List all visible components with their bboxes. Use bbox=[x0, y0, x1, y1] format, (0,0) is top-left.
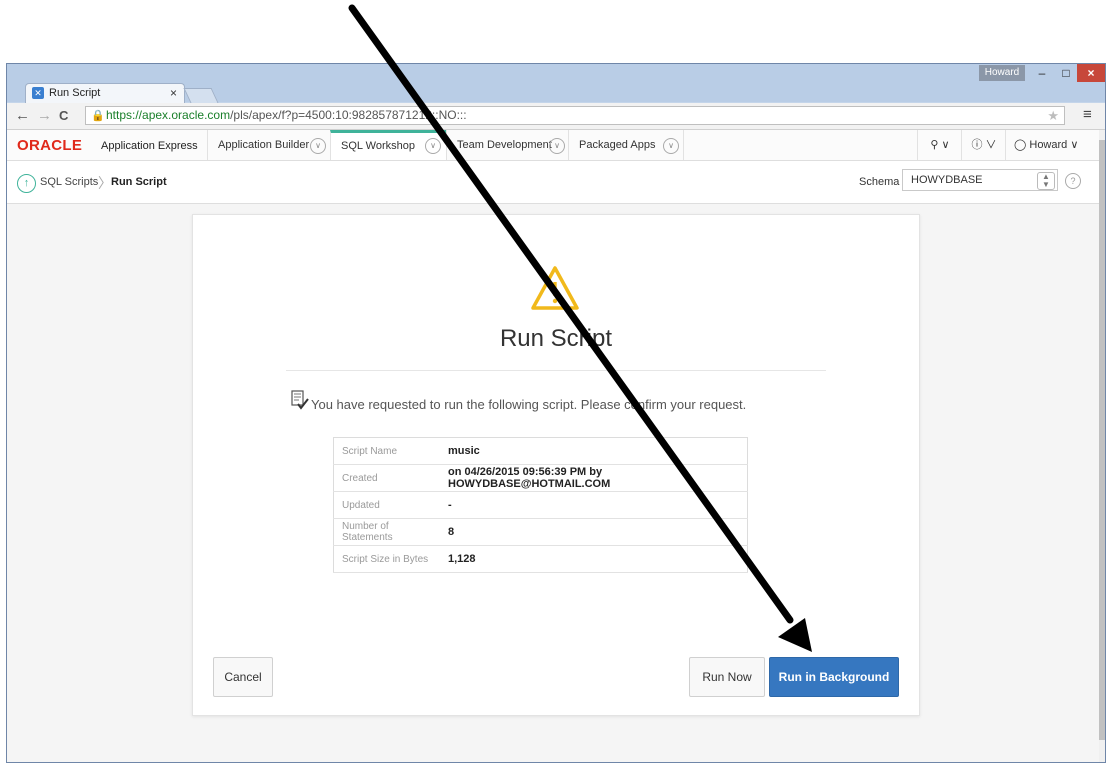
table-row: Script Name music bbox=[333, 437, 748, 465]
product-name[interactable]: Application Express bbox=[101, 140, 198, 152]
back-icon[interactable]: ← bbox=[15, 107, 30, 124]
run-now-button[interactable]: Run Now bbox=[689, 657, 765, 697]
row-value: music bbox=[440, 437, 748, 465]
table-row: Updated - bbox=[333, 491, 748, 519]
tab-packaged-apps[interactable]: Packaged Apps ∨ bbox=[568, 130, 684, 160]
breadcrumb-sql-scripts[interactable]: SQL Scripts bbox=[40, 176, 98, 188]
chevron-down-icon[interactable]: ∨ bbox=[425, 138, 441, 154]
key-user-icon: ⚲ ∨ bbox=[930, 139, 950, 151]
row-value: 8 bbox=[440, 518, 748, 546]
row-key: Number of Statements bbox=[333, 518, 440, 546]
chevron-down-icon[interactable]: ∨ bbox=[663, 138, 679, 154]
tab-sql-workshop[interactable]: SQL Workshop ∨ bbox=[330, 130, 446, 160]
chevron-down-icon[interactable]: ∨ bbox=[549, 138, 565, 154]
tab-label: Packaged Apps bbox=[579, 139, 656, 151]
row-value: - bbox=[440, 491, 748, 519]
row-key: Created bbox=[333, 464, 440, 492]
table-row: Number of Statements 8 bbox=[333, 518, 748, 546]
user-menu[interactable]: ◯ Howard ∨ bbox=[1005, 130, 1099, 160]
row-key: Updated bbox=[333, 491, 440, 519]
select-arrows-icon: ▲ ▼ bbox=[1037, 172, 1055, 190]
table-row: Created on 04/26/2015 09:56:39 PM by HOW… bbox=[333, 464, 748, 492]
breadcrumb-separator: 〉 bbox=[98, 175, 112, 191]
tab-label: Team Development bbox=[457, 139, 552, 151]
help-icon: ⓘ ∨ bbox=[971, 139, 997, 151]
admin-menu[interactable]: ⚲ ∨ bbox=[917, 130, 962, 160]
row-value: 1,128 bbox=[440, 545, 748, 573]
browser-window: ✕ Run Script × Howard – □ × ← → C 🔒 http… bbox=[6, 63, 1106, 763]
chevron-down-icon: ∨ bbox=[1070, 139, 1079, 151]
schema-value: HOWYDBASE bbox=[911, 174, 983, 186]
breadcrumb-bar: ↑ SQL Scripts 〉 Run Script Schema HOWYDB… bbox=[7, 161, 1099, 204]
dialog-title: Run Script bbox=[499, 325, 613, 352]
script-details-table: Script Name music Created on 04/26/2015 … bbox=[333, 437, 748, 573]
table-row: Script Size in Bytes 1,128 bbox=[333, 545, 748, 573]
up-arrow-icon[interactable]: ↑ bbox=[17, 174, 36, 193]
breadcrumb-current: Run Script bbox=[111, 176, 167, 188]
browser-menu-icon[interactable]: ≡ bbox=[1083, 106, 1092, 123]
row-key: Script Size in Bytes bbox=[333, 545, 440, 573]
run-script-dialog: Run Script You have requested to run the… bbox=[192, 214, 920, 716]
browser-tab[interactable]: ✕ Run Script × bbox=[25, 83, 185, 103]
schema-select[interactable]: HOWYDBASE ▲ ▼ bbox=[902, 169, 1058, 191]
tab-label: Application Builder bbox=[218, 139, 310, 151]
warning-icon bbox=[531, 266, 579, 310]
profile-badge[interactable]: Howard bbox=[979, 65, 1025, 81]
user-name: Howard bbox=[1029, 139, 1068, 151]
maximize-button[interactable]: □ bbox=[1055, 64, 1077, 82]
divider bbox=[286, 370, 826, 371]
apex-favicon-icon: ✕ bbox=[32, 87, 44, 99]
tab-title: Run Script bbox=[49, 87, 101, 99]
reload-icon[interactable]: C bbox=[59, 108, 68, 123]
new-tab-button[interactable] bbox=[183, 88, 219, 103]
page-scrollbar[interactable] bbox=[1099, 130, 1105, 762]
tab-application-builder[interactable]: Application Builder ∨ bbox=[207, 130, 330, 160]
confirm-message: You have requested to run the following … bbox=[311, 397, 747, 412]
help-menu[interactable]: ⓘ ∨ bbox=[961, 130, 1006, 160]
bookmark-star-icon[interactable]: ★ bbox=[1047, 107, 1059, 124]
cancel-button[interactable]: Cancel bbox=[213, 657, 273, 697]
minimize-button[interactable]: – bbox=[1031, 64, 1053, 82]
row-value: on 04/26/2015 09:56:39 PM by HOWYDBASE@H… bbox=[440, 464, 748, 492]
lock-icon: 🔒 bbox=[91, 110, 105, 122]
tab-team-development[interactable]: Team Development ∨ bbox=[446, 130, 568, 160]
user-avatar-icon: ◯ bbox=[1014, 139, 1027, 151]
chevron-down-icon[interactable]: ∨ bbox=[310, 138, 326, 154]
tab-label: SQL Workshop bbox=[341, 140, 415, 152]
schema-label: Schema bbox=[859, 176, 900, 188]
forward-icon[interactable]: → bbox=[37, 107, 52, 124]
url-text: https://apex.oracle.com/pls/apex/f?p=450… bbox=[106, 108, 467, 122]
run-in-background-button[interactable]: Run in Background bbox=[769, 657, 899, 697]
close-window-button[interactable]: × bbox=[1077, 64, 1105, 82]
tab-close-icon[interactable]: × bbox=[170, 86, 177, 100]
row-key: Script Name bbox=[333, 437, 440, 465]
address-bar[interactable]: 🔒 https://apex.oracle.com/pls/apex/f?p=4… bbox=[85, 106, 1065, 125]
title-bar: ✕ Run Script × Howard – □ × bbox=[7, 64, 1105, 103]
browser-toolbar: ← → C 🔒 https://apex.oracle.com/pls/apex… bbox=[7, 103, 1105, 130]
apex-navbar: ORACLE Application Express Application B… bbox=[7, 130, 1099, 161]
oracle-logo[interactable]: ORACLE bbox=[17, 137, 82, 154]
help-icon[interactable]: ? bbox=[1065, 173, 1081, 189]
script-confirm-icon bbox=[291, 390, 309, 410]
scrollbar-thumb[interactable] bbox=[1099, 140, 1105, 740]
